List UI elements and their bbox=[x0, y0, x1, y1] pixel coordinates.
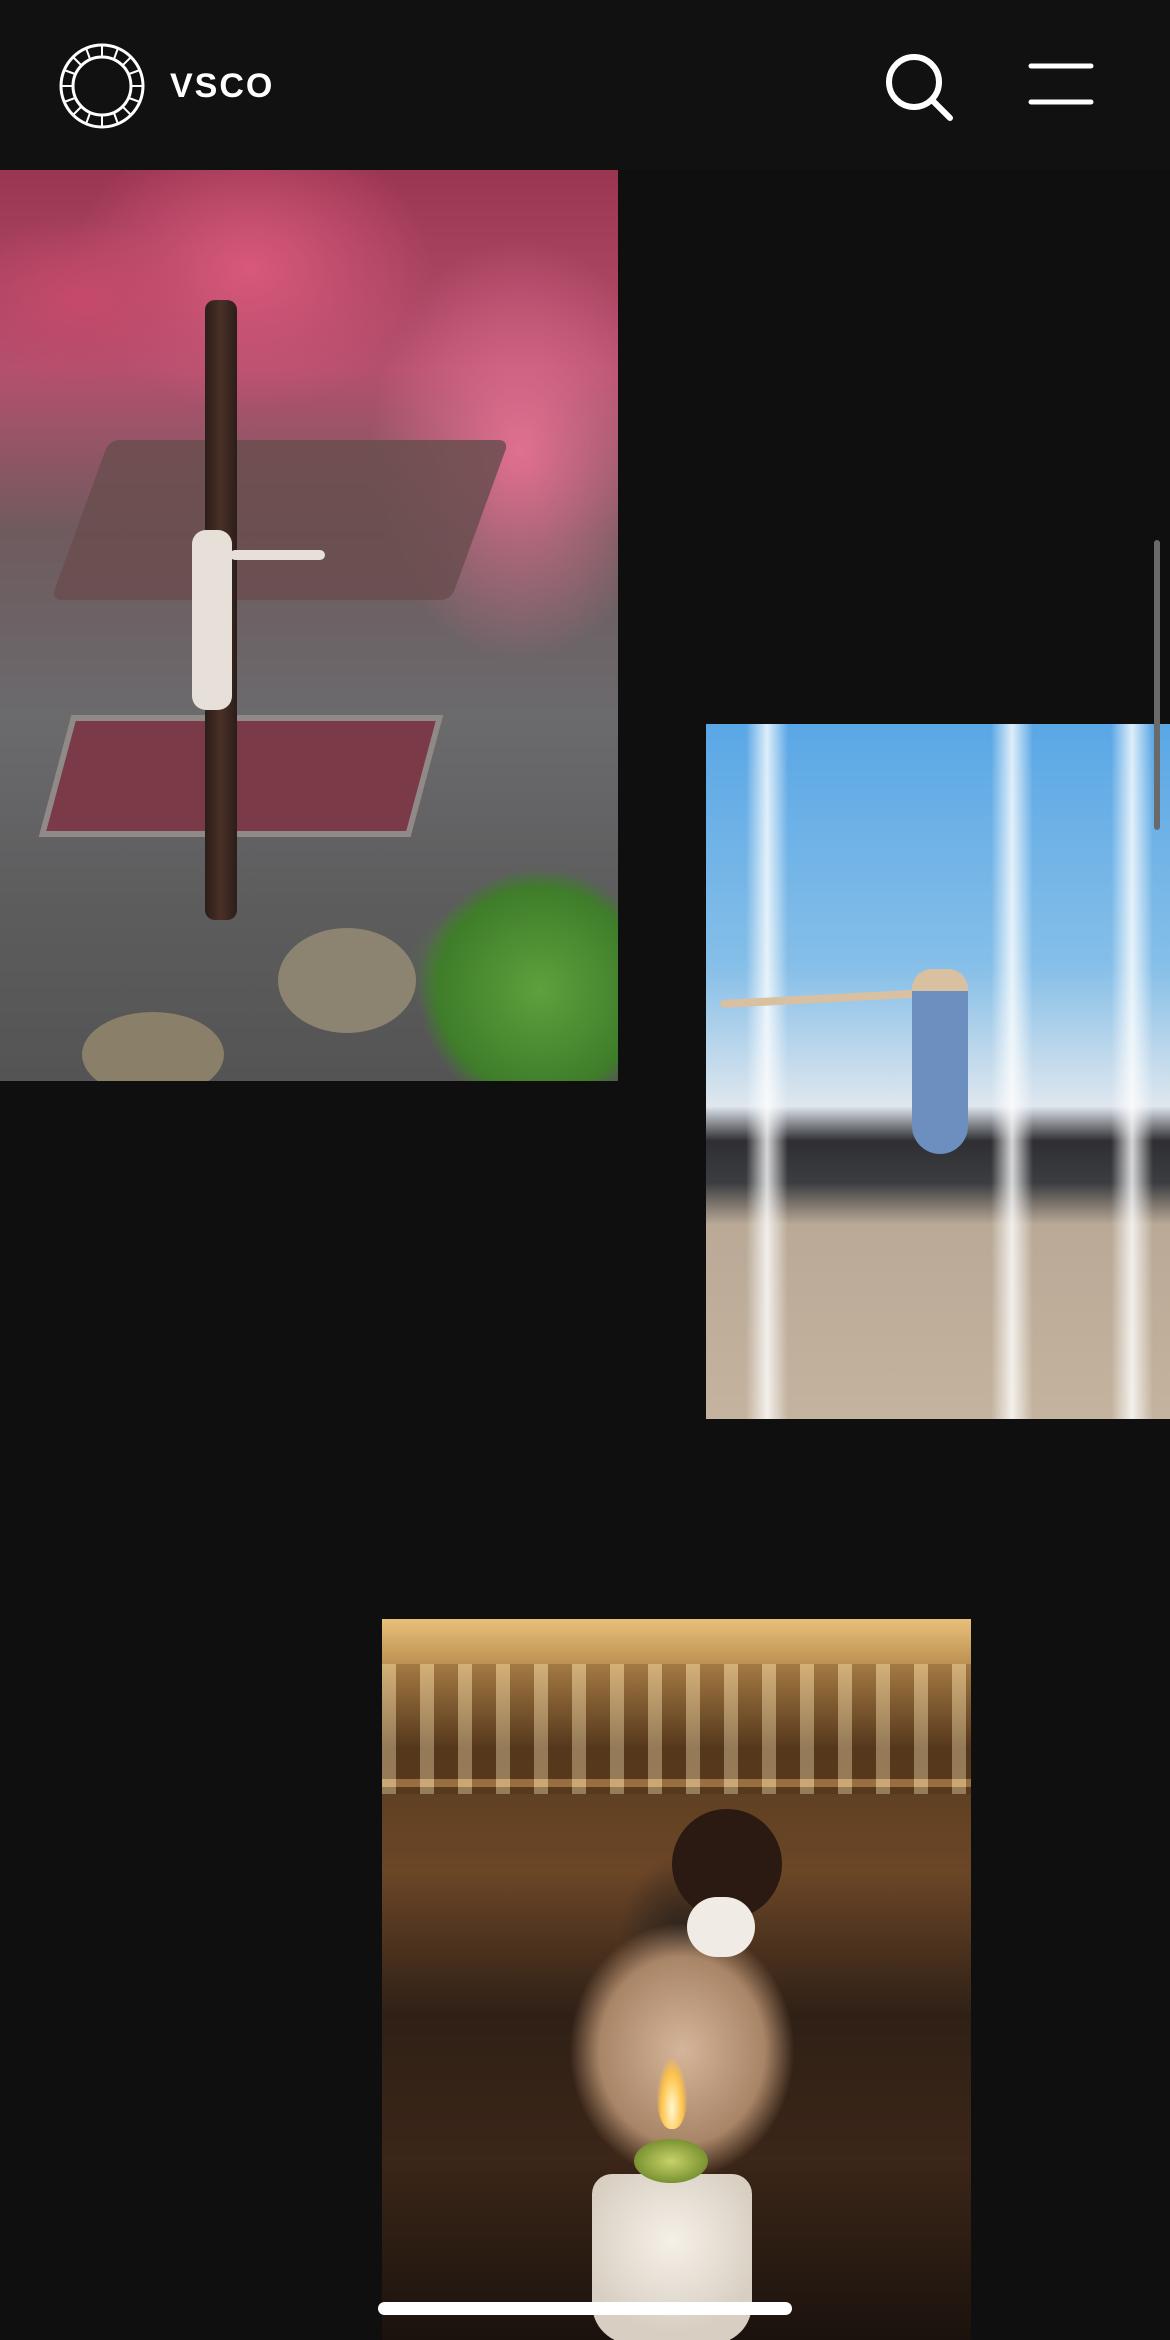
photo-detail-tiki-cup bbox=[592, 2174, 752, 2340]
brand-name[interactable]: VSCO bbox=[170, 64, 274, 108]
photo-detail-stone bbox=[278, 928, 416, 1033]
gallery-photo-pink-trees[interactable] bbox=[0, 170, 618, 1081]
hamburger-menu-icon[interactable] bbox=[1028, 60, 1094, 108]
gallery-photo-bartender[interactable] bbox=[382, 1619, 971, 2340]
photo-detail-tree-bed bbox=[38, 715, 444, 837]
gallery-photo-dancer[interactable] bbox=[706, 724, 1170, 1419]
photo-detail-arm bbox=[230, 550, 325, 560]
scrollbar[interactable] bbox=[1154, 540, 1160, 830]
photo-detail-face-mask bbox=[687, 1897, 755, 1957]
photo-detail-stone bbox=[82, 1012, 224, 1081]
photo-detail-flame bbox=[657, 2059, 687, 2129]
photo-detail-person bbox=[192, 530, 232, 710]
photo-detail-foliage bbox=[420, 870, 618, 1081]
photo-detail-dancer bbox=[912, 969, 968, 1154]
photo-detail-light-flare bbox=[1111, 724, 1153, 1419]
vsco-logo-icon[interactable] bbox=[58, 42, 146, 130]
photo-detail-light-flare bbox=[746, 724, 788, 1419]
photo-detail-hedge bbox=[50, 440, 510, 600]
photo-detail-lime bbox=[634, 2139, 708, 2183]
home-indicator[interactable] bbox=[378, 2302, 792, 2315]
top-nav-bar: VSCO bbox=[0, 0, 1170, 170]
search-icon[interactable] bbox=[884, 52, 956, 124]
photo-detail-light-flare bbox=[991, 724, 1033, 1419]
photo-detail-bottles bbox=[382, 1664, 971, 1794]
